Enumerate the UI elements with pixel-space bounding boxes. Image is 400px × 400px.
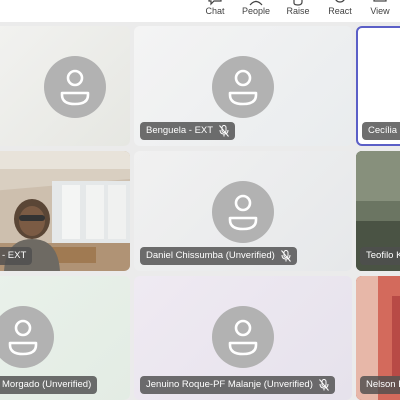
avatar	[212, 306, 274, 368]
person-icon	[8, 319, 38, 356]
avatar	[0, 306, 54, 368]
participant-tile-daniel[interactable]: Daniel Chissumba (Unverified)	[134, 151, 352, 271]
mic-muted-icon	[280, 250, 291, 262]
name-tag: Jenuino Roque-PF Malanje (Unverified)	[140, 376, 335, 394]
meeting-toolbar: Chat People Raise React View	[0, 0, 400, 22]
name-tag: Daniel Chissumba (Unverified)	[140, 247, 297, 265]
people-button[interactable]: People	[234, 0, 278, 22]
raise-hand-button[interactable]: Raise	[276, 0, 320, 22]
name-tag: Cecília K	[362, 122, 400, 140]
avatar	[44, 56, 106, 118]
participant-name: - EXT	[2, 250, 27, 261]
participant-tile-teofilo[interactable]: Teofilo K	[356, 151, 400, 271]
chat-button[interactable]: Chat	[193, 0, 237, 22]
participant-grid: Benguela - EXT Cecília K	[0, 22, 400, 400]
participant-name: Morgado (Unverified)	[2, 379, 92, 390]
person-icon	[228, 194, 258, 231]
participant-tile-morgado[interactable]: Morgado (Unverified)	[0, 276, 130, 400]
person-icon	[60, 69, 90, 106]
participant-tile-ext-video[interactable]: - EXT	[0, 151, 130, 271]
raise-label: Raise	[286, 6, 310, 16]
name-tag: Benguela - EXT	[140, 122, 236, 140]
participant-tile-jenuino[interactable]: Jenuino Roque-PF Malanje (Unverified)	[134, 276, 352, 400]
name-tag: Nelson R	[360, 376, 400, 394]
participant-name: Nelson R	[366, 379, 400, 390]
participant-tile-nelson[interactable]: Nelson R	[356, 276, 400, 400]
avatar	[212, 56, 274, 118]
people-label: People	[241, 6, 271, 16]
participant-name: Cecília K	[368, 125, 400, 136]
participant-tile-cecilia[interactable]: Cecília K	[356, 26, 400, 146]
participant-name: Teofilo K	[366, 250, 400, 261]
avatar	[212, 181, 274, 243]
participant-name: Daniel Chissumba (Unverified)	[146, 250, 275, 261]
name-tag: Morgado (Unverified)	[0, 376, 98, 394]
chat-label: Chat	[205, 6, 225, 16]
mic-muted-icon	[318, 379, 329, 391]
person-icon	[228, 319, 258, 356]
name-tag: - EXT	[0, 247, 33, 265]
mic-muted-icon	[219, 125, 229, 137]
participant-name: Benguela - EXT	[146, 125, 214, 136]
person-icon	[228, 69, 258, 106]
react-button[interactable]: React	[318, 0, 362, 22]
view-label: View	[370, 6, 390, 16]
participant-tile-benguela[interactable]: Benguela - EXT	[134, 26, 352, 146]
react-label: React	[328, 6, 352, 16]
participant-tile-top-left[interactable]	[0, 26, 130, 146]
participant-name: Jenuino Roque-PF Malanje (Unverified)	[146, 379, 313, 390]
view-button[interactable]: View	[358, 0, 400, 22]
name-tag: Teofilo K	[360, 247, 400, 265]
